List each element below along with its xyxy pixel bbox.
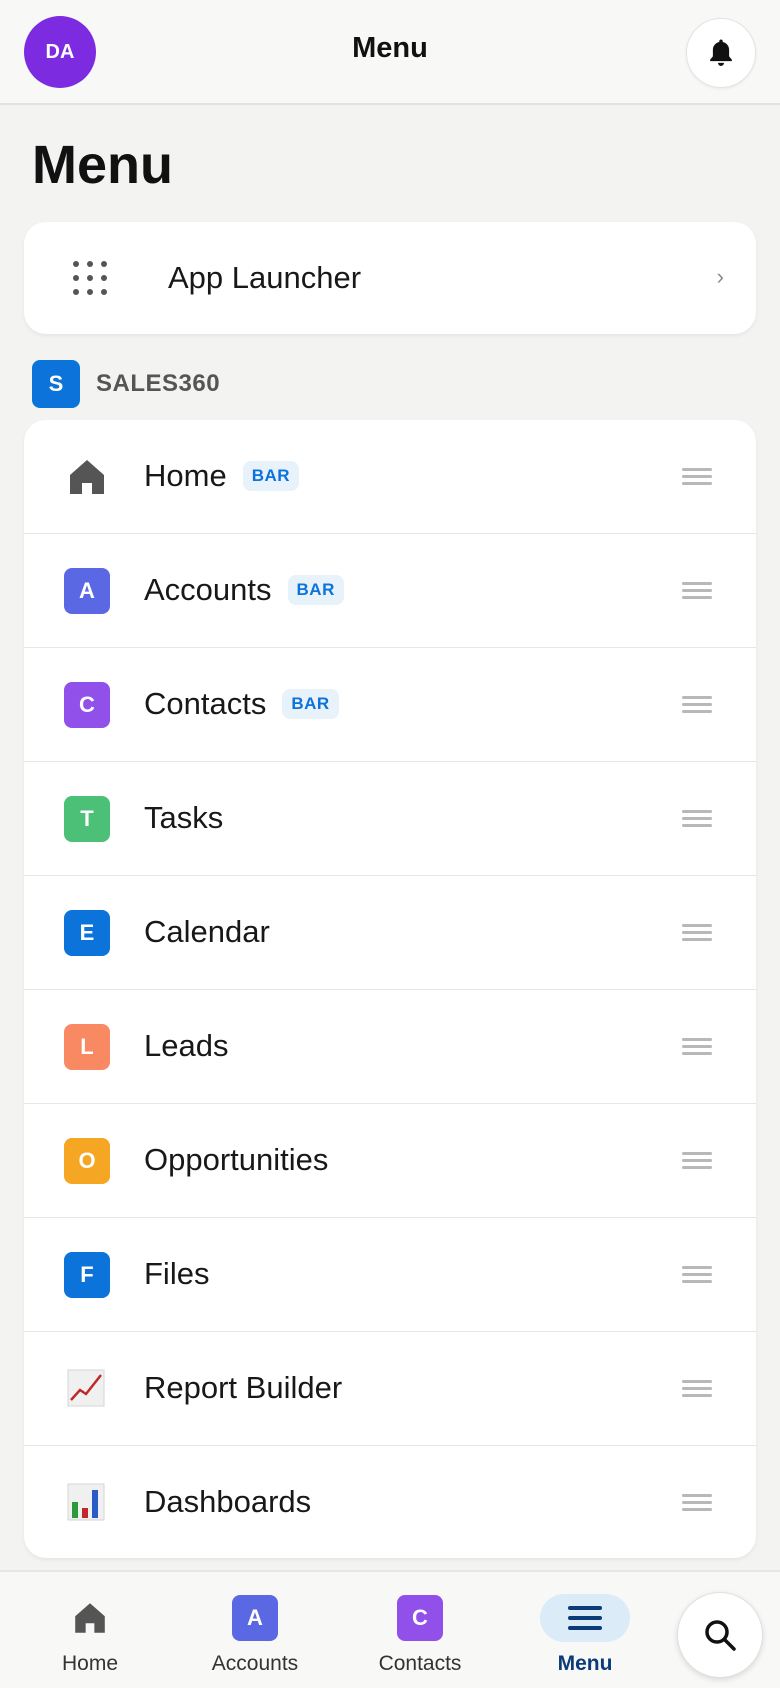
nav-item-label: Accounts (144, 572, 272, 607)
nav-item-label: Files (144, 1256, 210, 1291)
drag-handle-icon[interactable] (682, 1266, 712, 1284)
contacts-icon: C (397, 1595, 443, 1641)
nav-item-label: Tasks (144, 800, 224, 835)
nav-list: Home BAR A Accounts BAR C Contacts BAR T… (24, 420, 756, 1558)
app-grid-icon (73, 261, 107, 295)
calendar-icon: E (64, 910, 110, 956)
app-launcher-row[interactable]: App Launcher › (24, 222, 756, 334)
tab-label: Contacts (378, 1652, 462, 1675)
drag-handle-icon[interactable] (682, 924, 712, 942)
nav-item-label: Contacts (144, 686, 267, 721)
section-header: S SALES360 (32, 360, 220, 408)
nav-item-files[interactable]: F Files (24, 1218, 756, 1332)
drag-handle-icon[interactable] (682, 1380, 712, 1398)
drag-handle-icon[interactable] (682, 1038, 712, 1056)
bar-tag: BAR (282, 689, 339, 719)
drag-handle-icon[interactable] (682, 810, 712, 828)
nav-item-label: Leads (144, 1028, 229, 1063)
drag-handle-icon[interactable] (682, 468, 712, 486)
contacts-icon: C (64, 682, 110, 728)
home-icon (75, 1603, 105, 1633)
nav-item-report-builder[interactable]: Report Builder (24, 1332, 756, 1446)
bar-tag: BAR (287, 575, 344, 605)
tab-home[interactable]: Home (25, 1594, 155, 1676)
tab-label: Home (61, 1652, 119, 1675)
bar-tag: BAR (242, 461, 300, 491)
nav-item-opportunities[interactable]: O Opportunities (24, 1104, 756, 1218)
tasks-icon: T (64, 796, 110, 842)
nav-item-label: Dashboards (144, 1484, 312, 1519)
bell-icon (710, 39, 732, 66)
leads-icon: L (64, 1024, 110, 1070)
search-icon (705, 1620, 736, 1651)
line-chart-icon (67, 1369, 105, 1407)
files-icon: F (64, 1252, 110, 1298)
nav-item-label: Opportunities (144, 1142, 329, 1177)
nav-item-label: Home (144, 458, 227, 493)
tab-accounts[interactable]: A Accounts (190, 1594, 320, 1676)
section-name: SALES360 (96, 370, 221, 397)
top-bar: DA Menu (0, 0, 780, 105)
notifications-button[interactable] (686, 18, 756, 88)
nav-item-label: Report Builder (144, 1370, 343, 1405)
app-launcher-label: App Launcher (168, 260, 362, 295)
nav-item-home[interactable]: Home BAR (24, 420, 756, 534)
bottom-tab-bar: Home A Accounts C Contacts Menu (0, 1570, 780, 1688)
home-icon (70, 460, 104, 494)
nav-item-tasks[interactable]: T Tasks (24, 762, 756, 876)
app-badge: S (32, 360, 80, 408)
chevron-right-icon: › (716, 264, 724, 289)
tab-contacts[interactable]: C Contacts (355, 1594, 485, 1676)
nav-item-dashboards[interactable]: Dashboards (24, 1446, 756, 1558)
nav-item-calendar[interactable]: E Calendar (24, 876, 756, 990)
drag-handle-icon[interactable] (682, 696, 712, 714)
tab-label: Accounts (211, 1652, 299, 1675)
nav-item-label: Calendar (144, 914, 270, 949)
accounts-icon: A (232, 1595, 278, 1641)
page-title: Menu (32, 135, 173, 195)
nav-item-contacts[interactable]: C Contacts BAR (24, 648, 756, 762)
opportunities-icon: O (64, 1138, 110, 1184)
nav-item-accounts[interactable]: A Accounts BAR (24, 534, 756, 648)
search-button[interactable] (677, 1592, 763, 1678)
tab-menu[interactable]: Menu (520, 1594, 650, 1676)
drag-handle-icon[interactable] (682, 1494, 712, 1512)
hamburger-icon (568, 1606, 602, 1630)
header-title: Menu (352, 32, 428, 64)
nav-item-leads[interactable]: L Leads (24, 990, 756, 1104)
accounts-icon: A (64, 568, 110, 614)
drag-handle-icon[interactable] (682, 582, 712, 600)
bar-chart-icon (67, 1483, 105, 1521)
drag-handle-icon[interactable] (682, 1152, 712, 1170)
tab-label: Menu (557, 1652, 613, 1675)
